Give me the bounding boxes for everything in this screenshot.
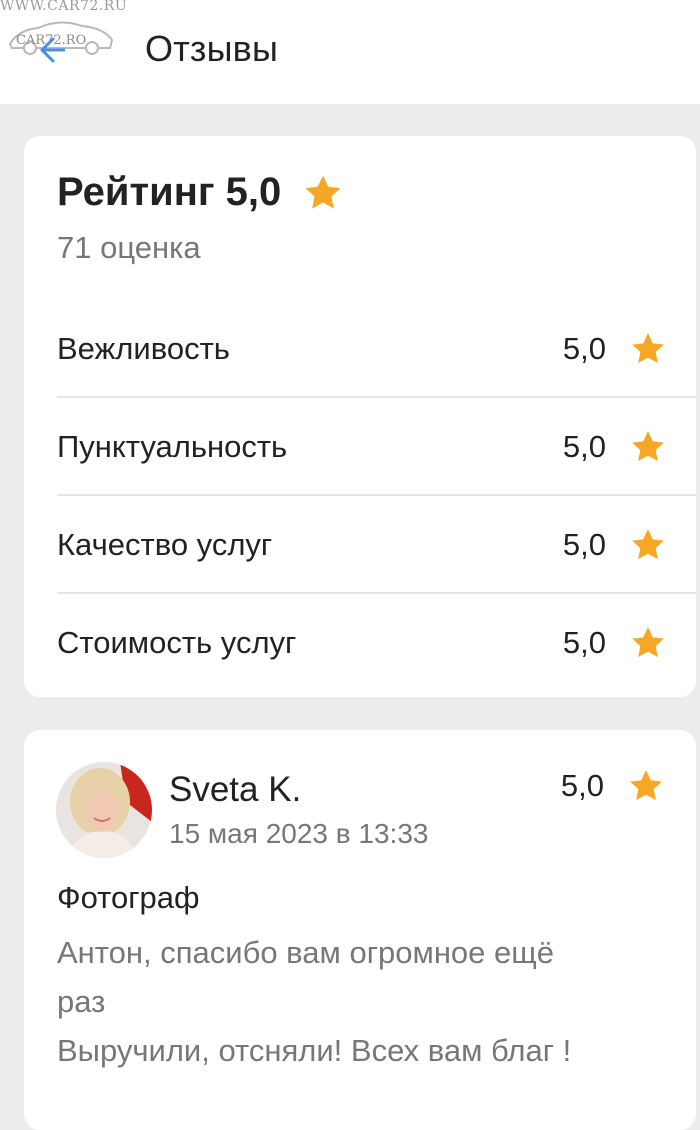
criterion-label: Стоимость услуг bbox=[57, 624, 297, 660]
avatar-photo bbox=[56, 762, 152, 858]
criterion-value: 5,0 bbox=[562, 330, 606, 366]
review-date: 15 мая 2023 в 13:33 bbox=[169, 818, 429, 849]
avatar[interactable] bbox=[56, 762, 152, 858]
criterion-label: Пунктуальность bbox=[57, 428, 288, 464]
review-category: Фотограф bbox=[57, 880, 200, 915]
rating-summary-card: Рейтинг 5,0 71 оценка Вежливость 5,0 Пун… bbox=[24, 136, 696, 697]
star-icon bbox=[632, 626, 664, 657]
page-title: Отзывы bbox=[145, 28, 279, 69]
criterion-label: Качество услуг bbox=[57, 526, 273, 562]
criterion-value: 5,0 bbox=[562, 526, 606, 562]
criterion-row-quality: Качество услуг 5,0 bbox=[57, 496, 696, 593]
rating-title: Рейтинг 5,0 bbox=[57, 170, 282, 214]
star-icon bbox=[632, 430, 664, 461]
review-card[interactable]: Sveta K. 15 мая 2023 в 13:33 5,0 Фотогра… bbox=[24, 730, 696, 1130]
star-icon bbox=[630, 770, 662, 801]
back-button[interactable] bbox=[30, 26, 74, 74]
review-text: Антон, спасибо вам огромное ещё раз Выру… bbox=[57, 935, 572, 1068]
criterion-row-price: Стоимость услуг 5,0 bbox=[57, 594, 696, 691]
criterion-value: 5,0 bbox=[562, 428, 606, 464]
criterion-value: 5,0 bbox=[562, 624, 606, 660]
reviewer-name: Sveta K. bbox=[169, 770, 302, 809]
rating-count: 71 оценка bbox=[57, 230, 201, 265]
star-icon bbox=[632, 528, 664, 559]
review-score: 5,0 bbox=[560, 768, 604, 803]
star-icon bbox=[632, 332, 664, 363]
criterion-row-politeness: Вежливость 5,0 bbox=[57, 300, 696, 397]
top-app-bar: CAR72.RO WWW.CAR72.RU Отзывы bbox=[0, 0, 700, 104]
arrow-left-icon bbox=[40, 37, 65, 63]
criterion-row-punctuality: Пунктуальность 5,0 bbox=[57, 398, 696, 495]
star-icon bbox=[305, 175, 341, 209]
criterion-label: Вежливость bbox=[57, 330, 230, 366]
watermark-text: WWW.CAR72.RU bbox=[0, 0, 128, 14]
